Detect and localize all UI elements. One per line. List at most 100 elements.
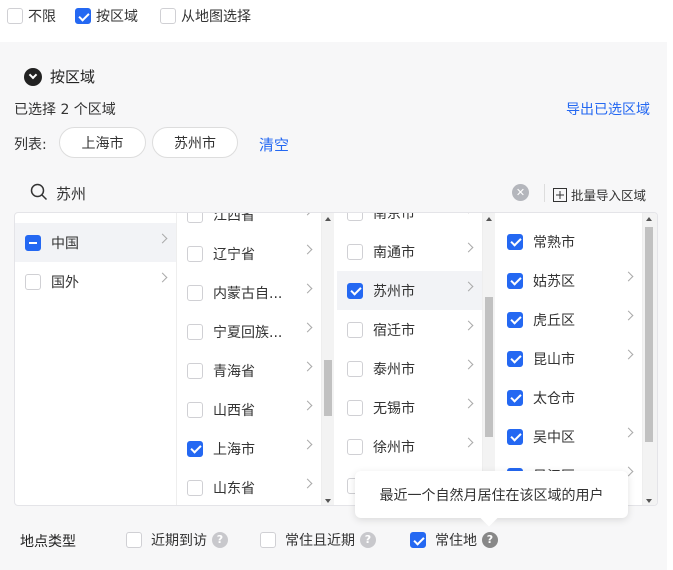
cascader-option[interactable]: 辽宁省 xyxy=(177,234,321,273)
cascader-option[interactable]: 江西省 xyxy=(177,213,321,234)
checkbox[interactable] xyxy=(410,532,426,548)
checkbox[interactable] xyxy=(347,438,363,455)
checkbox[interactable] xyxy=(187,213,203,223)
tag-suzhou[interactable]: 苏州市 xyxy=(152,127,238,158)
help-icon[interactable]: ? xyxy=(482,532,498,548)
chevron-right-icon xyxy=(302,244,313,255)
checkbox[interactable] xyxy=(507,350,523,367)
cascader-option[interactable]: 国外 xyxy=(15,262,176,301)
cascader-option[interactable]: 山东省 xyxy=(177,468,321,505)
checkbox[interactable] xyxy=(187,440,203,457)
cascader-column-province: 江西省 辽宁省 内蒙古自... 宁夏回族... 青海省 山西省 上海市 山东省 xyxy=(177,213,322,505)
checkbox[interactable] xyxy=(160,8,176,24)
scrollbar[interactable] xyxy=(483,213,495,505)
location-type-option[interactable]: 近期到访? xyxy=(126,530,228,550)
section-title: 按区域 xyxy=(50,68,96,86)
batch-import-button[interactable]: 批量导入区域 xyxy=(553,185,646,204)
checkbox[interactable] xyxy=(347,213,363,221)
search-input[interactable] xyxy=(56,182,456,204)
region-cascader: 中国 国外 江西省 辽宁省 内蒙古自... 宁夏回族... 青海省 山西省 上海市 山东省 南京… xyxy=(14,212,658,506)
checkbox[interactable] xyxy=(507,272,523,289)
checkbox[interactable] xyxy=(347,243,363,260)
chevron-right-icon xyxy=(302,478,313,489)
cascader-option[interactable]: 徐州市 xyxy=(337,427,482,466)
cascader-option[interactable]: 泰州市 xyxy=(337,349,482,388)
cascader-option[interactable]: 无锡市 xyxy=(337,388,482,427)
chevron-right-icon xyxy=(302,439,313,450)
divider xyxy=(544,184,545,202)
cascader-option[interactable]: 山西省 xyxy=(177,390,321,429)
cascader-option[interactable]: 太仓市 xyxy=(497,378,642,417)
checkbox[interactable] xyxy=(347,360,363,377)
cascader-option[interactable]: 青海省 xyxy=(177,351,321,390)
chevron-down-circle-icon xyxy=(24,67,42,86)
chevron-right-icon xyxy=(623,427,634,438)
mode-option[interactable]: 按区域 xyxy=(75,6,138,26)
cascader-option[interactable]: 中国 xyxy=(15,223,176,262)
chevron-right-icon xyxy=(623,310,634,321)
cascader-option[interactable]: 昆山市 xyxy=(497,339,642,378)
clear-search-icon[interactable]: ✕ xyxy=(512,184,529,201)
location-type-option[interactable]: 常住地? xyxy=(410,530,498,550)
help-icon[interactable]: ? xyxy=(212,532,228,548)
checkbox[interactable] xyxy=(260,532,276,548)
section-toggle[interactable]: 按区域 xyxy=(24,66,95,87)
checkbox[interactable] xyxy=(25,273,41,290)
cascader-column-district: 常熟市姑苏区虎丘区昆山市太仓市吴中区吴江区 xyxy=(497,213,643,505)
checkbox[interactable] xyxy=(187,323,203,340)
checkbox[interactable] xyxy=(187,245,203,262)
location-type-label: 地点类型 xyxy=(20,534,76,550)
chevron-right-icon xyxy=(302,400,313,411)
cascader-option[interactable]: 吴中区 xyxy=(497,417,642,456)
checkbox[interactable] xyxy=(507,311,523,328)
list-label: 列表: xyxy=(14,137,47,153)
chevron-right-icon xyxy=(623,349,634,360)
cascader-option[interactable]: 宿迁市 xyxy=(337,310,482,349)
mode-option[interactable]: 从地图选择 xyxy=(160,6,251,26)
cascader-option[interactable]: 南京市 xyxy=(337,213,482,232)
cascader-option[interactable]: 常熟市 xyxy=(497,222,642,261)
mode-option[interactable]: 不限 xyxy=(7,6,56,26)
scrollbar[interactable] xyxy=(643,213,657,505)
checkbox[interactable] xyxy=(187,362,203,379)
checkbox[interactable] xyxy=(75,8,91,24)
search-icon xyxy=(30,183,48,205)
cascader-option[interactable]: 上海市 xyxy=(177,429,321,468)
checkbox[interactable] xyxy=(507,233,523,250)
location-type-option[interactable]: 常住且近期? xyxy=(260,530,376,550)
help-icon[interactable]: ? xyxy=(360,532,376,548)
chevron-right-icon xyxy=(157,233,168,244)
cascader-option[interactable]: 南通市 xyxy=(337,232,482,271)
cascader-column-city: 南京市 南通市 苏州市 宿迁市 泰州市 无锡市 徐州市 xyxy=(337,213,483,505)
checkbox[interactable] xyxy=(507,389,523,406)
cascader-option[interactable]: 宁夏回族... xyxy=(177,312,321,351)
checkbox[interactable] xyxy=(187,401,203,418)
checkbox[interactable] xyxy=(347,282,363,299)
cascader-option[interactable]: 虎丘区 xyxy=(497,300,642,339)
chevron-right-icon xyxy=(463,398,474,409)
chevron-right-icon xyxy=(463,320,474,331)
chevron-right-icon xyxy=(302,322,313,333)
export-selected-link[interactable]: 导出已选区域 xyxy=(566,99,650,119)
checkbox[interactable] xyxy=(347,399,363,416)
chevron-right-icon xyxy=(302,283,313,294)
cascader-option[interactable]: 苏州市 xyxy=(337,271,482,310)
checkbox[interactable] xyxy=(7,8,23,24)
checkbox[interactable] xyxy=(347,321,363,338)
tooltip: 最近一个自然月居住在该区域的用户 xyxy=(355,471,628,518)
selected-count: 已选择 2 个区域 xyxy=(14,102,116,118)
scrollbar[interactable] xyxy=(322,213,334,505)
checkbox[interactable] xyxy=(126,532,142,548)
checkbox[interactable] xyxy=(507,428,523,445)
checkbox[interactable] xyxy=(25,234,41,251)
add-box-icon xyxy=(553,187,567,202)
cascader-option[interactable]: 内蒙古自... xyxy=(177,273,321,312)
tag-shanghai[interactable]: 上海市 xyxy=(59,127,146,158)
checkbox[interactable] xyxy=(187,479,203,496)
cascader-option[interactable]: 姑苏区 xyxy=(497,261,642,300)
chevron-right-icon xyxy=(463,242,474,253)
chevron-right-icon xyxy=(463,359,474,370)
chevron-right-icon xyxy=(157,272,168,283)
clear-link[interactable]: 清空 xyxy=(259,134,289,155)
checkbox[interactable] xyxy=(187,284,203,301)
